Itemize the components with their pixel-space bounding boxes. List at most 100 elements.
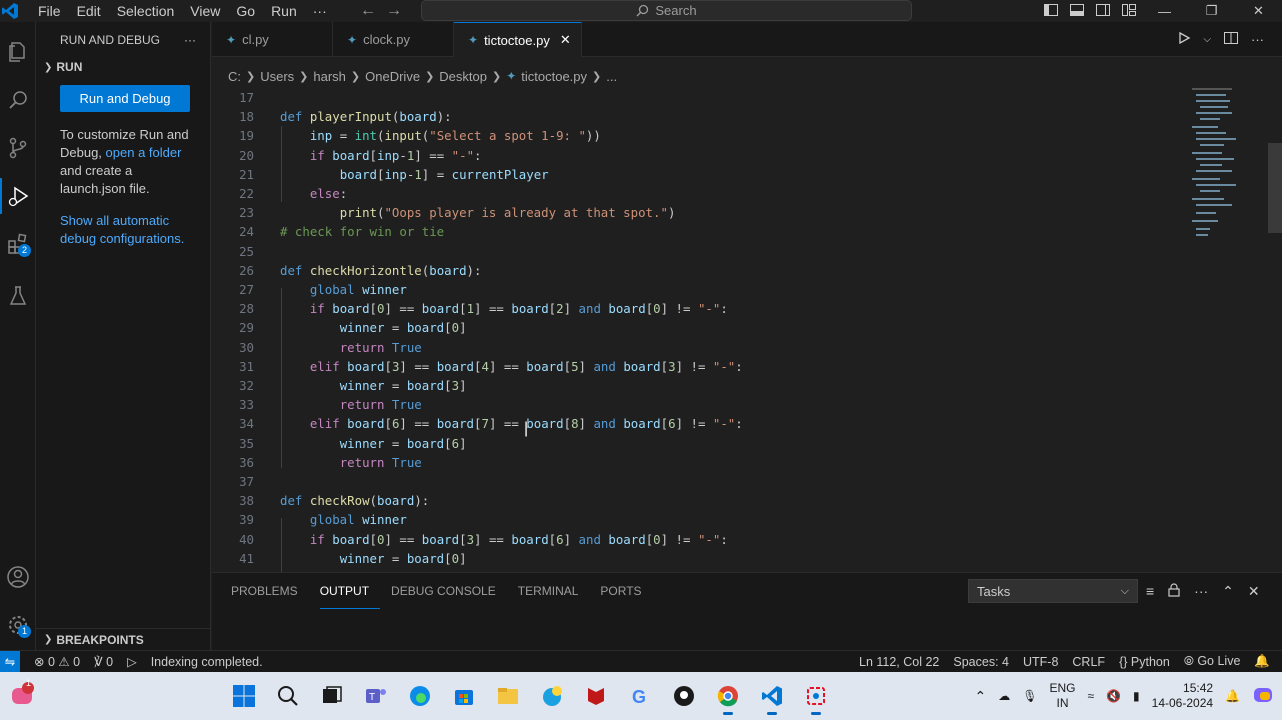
more-actions-icon[interactable]: ··· [184, 33, 196, 47]
code-line[interactable]: 24 # check for win or tie [212, 222, 1212, 241]
microphone-icon[interactable]: 🎙 [1022, 689, 1037, 703]
run-python-file-icon[interactable] [1177, 31, 1191, 48]
lock-scroll-icon[interactable] [1168, 582, 1180, 600]
search-icon[interactable] [0, 82, 36, 118]
tab-cl-py[interactable]: ✦ cl.py [212, 22, 333, 57]
vscode-taskbar-icon[interactable] [754, 676, 790, 716]
clock[interactable]: 15:42 14-06-2024 [1152, 681, 1213, 711]
minimap[interactable] [1192, 88, 1242, 248]
indentation[interactable]: Spaces: 4 [953, 655, 1009, 669]
close-tab-icon[interactable]: ✕ [560, 32, 571, 48]
close-panel-icon[interactable]: ✕ [1248, 583, 1260, 600]
menu-edit[interactable]: Edit [69, 0, 109, 22]
debug-launch-icon[interactable]: ▷ [127, 654, 137, 669]
code-line[interactable]: 26 def checkHorizontle(board): [212, 261, 1212, 280]
menu-go[interactable]: Go [228, 0, 263, 22]
file-explorer-icon[interactable] [490, 676, 526, 716]
clear-output-icon[interactable]: ≡ [1146, 583, 1154, 599]
split-editor-icon[interactable] [1223, 30, 1239, 49]
notifications-bell-icon[interactable]: 🔔 [1254, 654, 1270, 669]
ports-status[interactable]: ℣ 0 [94, 654, 113, 669]
code-line[interactable]: 25 [212, 242, 1212, 261]
code-line[interactable]: 31 elif board[3] == board[4] == board[5]… [212, 357, 1212, 376]
menu-view[interactable]: View [182, 0, 228, 22]
notifications-bell-icon[interactable]: 🔔 [1225, 689, 1240, 703]
edge-browser-icon[interactable] [402, 676, 438, 716]
tab-terminal[interactable]: TERMINAL [518, 573, 590, 609]
breakpoints-section-header[interactable]: ❯ BREAKPOINTS [36, 628, 211, 650]
code-line[interactable]: 28 if board[0] == board[1] == board[2] a… [212, 299, 1212, 318]
open-folder-link[interactable]: open a folder [106, 145, 182, 160]
code-line[interactable]: 40 if board[0] == board[3] == board[6] a… [212, 530, 1212, 549]
code-line[interactable]: 27 global winner [212, 280, 1212, 299]
battery-icon[interactable]: ▮ [1133, 689, 1140, 703]
breadcrumb-item[interactable]: Users [260, 69, 294, 84]
customize-layout-icon[interactable] [1121, 2, 1137, 18]
minimize-icon[interactable]: — [1141, 0, 1188, 22]
flutter-app-icon[interactable] [534, 676, 570, 716]
toggle-sidebar-icon[interactable] [1043, 2, 1059, 18]
breadcrumb-item[interactable]: OneDrive [365, 69, 420, 84]
menu-run[interactable]: Run [263, 0, 305, 22]
cursor-position[interactable]: Ln 112, Col 22 [859, 655, 939, 669]
chat-app-icon[interactable]: 1 [4, 676, 40, 716]
tab-problems[interactable]: PROBLEMS [231, 573, 309, 609]
tab-tictoctoe-py[interactable]: ✦ tictoctoe.py ✕ [454, 22, 582, 57]
tab-debug-console[interactable]: DEBUG CONSOLE [391, 573, 507, 609]
more-actions-icon[interactable]: ··· [1251, 32, 1264, 47]
language-mode[interactable]: {} Python [1119, 655, 1170, 669]
close-icon[interactable]: ✕ [1235, 0, 1282, 22]
run-section-header[interactable]: ❯ RUN [36, 57, 210, 77]
code-line[interactable]: 38 def checkRow(board): [212, 491, 1212, 510]
breadcrumb-item[interactable]: C: [228, 69, 241, 84]
breadcrumb-item[interactable]: Desktop [439, 69, 487, 84]
code-line[interactable]: 30 return True [212, 338, 1212, 357]
code-line[interactable]: 20 if board[inp-1] == "-": [212, 146, 1212, 165]
volume-muted-icon[interactable]: 🔇 [1106, 689, 1121, 703]
code-line[interactable]: 39 global winner [212, 510, 1212, 529]
show-hidden-icons-icon[interactable]: ⌃ [975, 688, 987, 705]
extensions-icon[interactable]: 2 [0, 226, 36, 262]
command-center-search[interactable]: Search [421, 0, 912, 21]
snipping-tool-icon[interactable] [798, 676, 834, 716]
forward-arrow-icon[interactable]: → [386, 0, 402, 22]
go-live-button[interactable]: ⦾ Go Live [1184, 654, 1241, 669]
tab-ports[interactable]: PORTS [600, 573, 652, 609]
toggle-panel-icon[interactable] [1069, 2, 1085, 18]
code-line[interactable]: 37 [212, 472, 1212, 491]
code-line[interactable]: 18 def playerInput(board): [212, 107, 1212, 126]
chrome-icon[interactable] [710, 676, 746, 716]
menu-file[interactable]: File [30, 0, 69, 22]
code-line[interactable]: 36 return True [212, 453, 1212, 472]
tab-output[interactable]: OUTPUT [319, 573, 381, 609]
editor-scrollbar[interactable] [1268, 143, 1282, 233]
breadcrumb-item[interactable]: ... [606, 69, 617, 84]
code-line[interactable]: 19 inp = int(input("Select a spot 1-9: "… [212, 126, 1212, 145]
run-and-debug-icon[interactable] [0, 178, 36, 214]
github-icon[interactable] [666, 676, 702, 716]
menu-selection[interactable]: Selection [109, 0, 183, 22]
run-and-debug-button[interactable]: Run and Debug [60, 85, 190, 112]
copilot-icon[interactable] [1252, 684, 1274, 709]
toggle-secondary-sidebar-icon[interactable] [1095, 2, 1111, 18]
menu-more[interactable]: ··· [305, 0, 335, 22]
breadcrumb-item[interactable]: tictoctoe.py [521, 69, 587, 84]
wifi-icon[interactable]: ≈ [1088, 689, 1095, 703]
teams-icon[interactable]: T [358, 676, 394, 716]
google-icon[interactable]: G [622, 676, 658, 716]
accounts-icon[interactable] [0, 559, 36, 595]
code-line[interactable]: 21 board[inp-1] = currentPlayer [212, 165, 1212, 184]
show-automatic-configs-link[interactable]: Show all automatic debug configurations. [60, 213, 184, 246]
problems-status[interactable]: ⊗ 0 ⚠ 0 [34, 654, 80, 669]
cloud-icon[interactable]: ☁ [998, 689, 1010, 703]
code-line[interactable]: 17 [212, 88, 1212, 107]
code-line[interactable]: 41 winner = board[0] [212, 549, 1212, 568]
maximize-panel-icon[interactable]: ⌃ [1222, 583, 1234, 600]
code-line[interactable]: 33 return True [212, 395, 1212, 414]
code-line[interactable]: 29 winner = board[0] [212, 318, 1212, 337]
code-line[interactable]: 22 else: [212, 184, 1212, 203]
code-line[interactable]: 32 winner = board[3] [212, 376, 1212, 395]
language-indicator[interactable]: ENG IN [1049, 681, 1075, 711]
breadcrumb-item[interactable]: harsh [313, 69, 346, 84]
restore-icon[interactable]: ❐ [1188, 0, 1235, 22]
